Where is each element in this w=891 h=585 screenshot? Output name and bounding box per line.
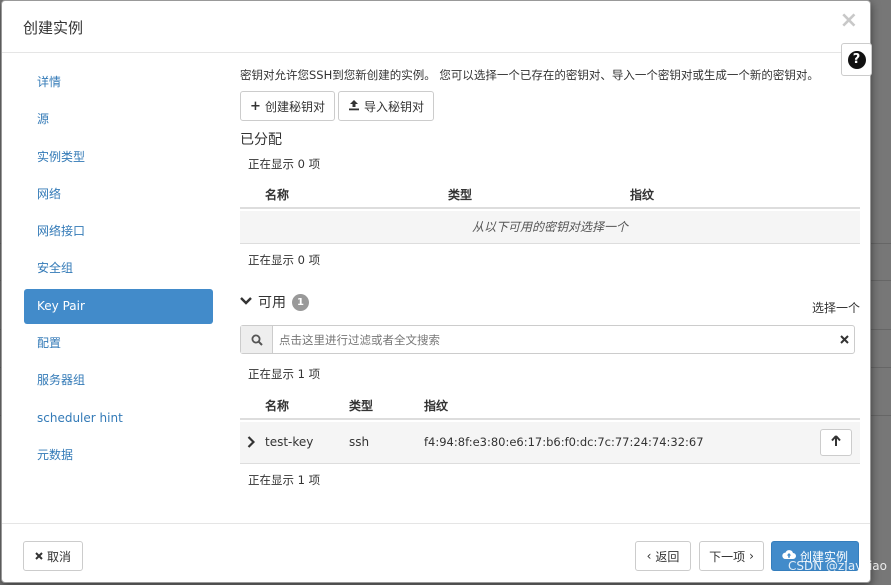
wizard-nav: 详情 源 实例类型 网络 网络接口 安全组 Key Pair 配置 服务器组 s…	[24, 65, 213, 475]
help-button[interactable]: ?	[841, 43, 872, 76]
chevron-left-icon: ‹	[646, 549, 652, 563]
import-key-pair-label: 导入秘钥对	[363, 99, 424, 114]
search-icon	[241, 326, 273, 353]
allocated-count-top: 正在显示 0 项	[248, 157, 321, 171]
table-row[interactable]: test-key ssh f4:94:8f:e3:80:e6:17:b6:f0:…	[240, 422, 860, 464]
watermark: CSDN @zJayLiao	[787, 559, 887, 573]
nav-item-scheduler-hint[interactable]: scheduler hint	[24, 401, 213, 436]
column-name: 名称	[265, 399, 290, 413]
allocated-count-bottom: 正在显示 0 项	[248, 253, 321, 267]
available-toggle[interactable]: 可用 1	[240, 292, 309, 312]
chevron-right-icon: ›	[749, 549, 754, 563]
nav-item-details[interactable]: 详情	[24, 65, 213, 100]
next-label: 下一项	[709, 549, 746, 564]
modal-header: 创建实例 ×	[2, 1, 870, 53]
modal-title: 创建实例	[23, 19, 84, 37]
column-type: 类型	[349, 399, 374, 413]
column-type: 类型	[448, 188, 473, 202]
create-key-pair-button[interactable]: + 创建秘钥对	[240, 91, 335, 121]
key-type: ssh	[349, 435, 370, 449]
nav-item-source[interactable]: 源	[24, 102, 213, 137]
nav-item-networks[interactable]: 网络	[24, 177, 213, 212]
allocated-empty-row: 从以下可用的密钥对选择一个	[240, 211, 860, 244]
arrow-up-icon	[831, 435, 841, 450]
question-icon: ?	[847, 50, 866, 69]
key-fingerprint: f4:94:8f:e3:80:e6:17:b6:f0:dc:7c:77:24:7…	[424, 435, 704, 449]
select-one-hint: 选择一个	[811, 301, 860, 315]
back-label: 返回	[655, 549, 680, 564]
clear-search-icon[interactable]	[834, 326, 854, 353]
search-bar	[240, 325, 855, 354]
allocated-title: 已分配	[240, 132, 282, 148]
upload-icon	[348, 99, 360, 114]
import-key-pair-button[interactable]: 导入秘钥对	[338, 91, 434, 121]
key-name: test-key	[265, 435, 314, 449]
available-count-top: 正在显示 1 项	[248, 367, 321, 381]
back-button[interactable]: ‹ 返回	[635, 541, 691, 571]
create-instance-modal: 创建实例 × 详情 源 实例类型 网络 网络接口 安全组 Key Pair 配置…	[1, 0, 871, 583]
plus-icon: +	[250, 98, 261, 114]
nav-item-server-groups[interactable]: 服务器组	[24, 363, 213, 398]
cancel-label: 取消	[46, 549, 71, 564]
nav-item-metadata[interactable]: 元数据	[24, 438, 213, 473]
nav-item-key-pair[interactable]: Key Pair	[24, 288, 213, 324]
create-key-pair-label: 创建秘钥对	[264, 99, 325, 114]
nav-item-network-ports[interactable]: 网络接口	[24, 214, 213, 249]
close-icon	[35, 549, 43, 563]
available-title: 可用	[258, 295, 286, 311]
column-fingerprint: 指纹	[424, 399, 449, 413]
modal-footer: 取消 ‹ 返回 下一项 › 创建实例	[2, 523, 870, 584]
available-count-bottom: 正在显示 1 项	[248, 473, 321, 487]
allocated-table-header: 名称 类型 指纹	[240, 179, 860, 209]
close-icon[interactable]: ×	[840, 10, 858, 32]
nav-item-security-groups[interactable]: 安全组	[24, 251, 213, 286]
column-name: 名称	[265, 188, 290, 202]
chevron-right-icon[interactable]	[247, 436, 256, 451]
cancel-button[interactable]: 取消	[23, 541, 83, 571]
available-count-badge: 1	[292, 293, 309, 311]
chevron-down-icon	[240, 294, 252, 310]
allocate-button[interactable]	[820, 429, 852, 456]
nav-item-flavor[interactable]: 实例类型	[24, 140, 213, 175]
column-fingerprint: 指纹	[630, 188, 655, 202]
available-table-header: 名称 类型 指纹	[240, 390, 860, 420]
next-button[interactable]: 下一项 ›	[699, 541, 764, 571]
search-input[interactable]	[273, 326, 834, 353]
nav-item-configuration[interactable]: 配置	[24, 326, 213, 361]
intro-text: 密钥对允许您SSH到您新创建的实例。 您可以选择一个已存在的密钥对、导入一个密钥…	[240, 68, 819, 82]
